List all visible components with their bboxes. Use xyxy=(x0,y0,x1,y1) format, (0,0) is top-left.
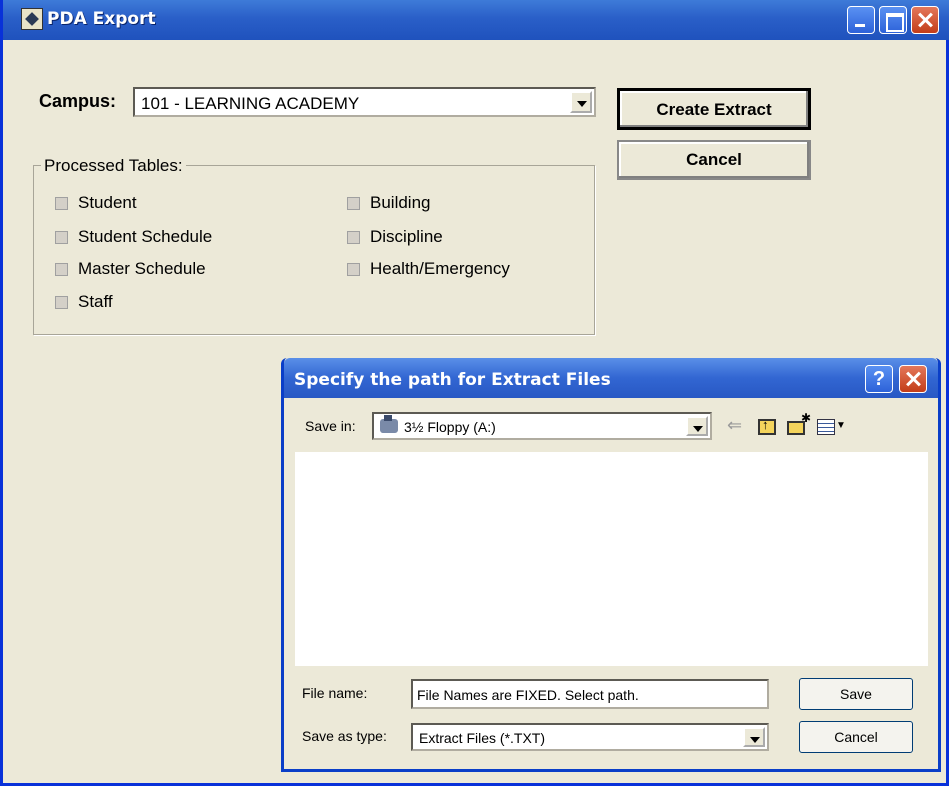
checkbox-label: Staff xyxy=(78,292,113,311)
processed-tables-title: Processed Tables: xyxy=(41,156,186,176)
view-menu-icon[interactable] xyxy=(817,419,835,435)
save-in-value: 3½ Floppy (A:) xyxy=(404,419,496,435)
cancel-button[interactable]: Cancel xyxy=(617,140,811,180)
new-folder-icon[interactable] xyxy=(787,411,811,435)
floppy-drive-icon xyxy=(380,415,398,433)
help-icon[interactable]: ? xyxy=(865,365,893,393)
checkbox-box[interactable] xyxy=(55,196,68,210)
checkbox-box[interactable] xyxy=(55,230,68,244)
minimize-icon[interactable] xyxy=(847,6,875,34)
checkbox-label: Student Schedule xyxy=(78,227,213,246)
checkbox-box[interactable] xyxy=(347,196,360,210)
file-list[interactable] xyxy=(295,452,928,666)
processed-tables-group xyxy=(33,165,595,335)
dialog-title-bar: Specify the path for Extract Files ? xyxy=(284,358,938,398)
checkbox-health-emergency[interactable]: Health/Emergency xyxy=(347,259,510,279)
checkbox-label: Discipline xyxy=(370,227,443,246)
checkbox-label: Building xyxy=(370,193,431,212)
checkbox-building[interactable]: Building xyxy=(347,193,431,213)
checkbox-label: Student xyxy=(78,193,137,212)
up-folder-icon[interactable] xyxy=(758,417,776,435)
chevron-down-icon[interactable] xyxy=(570,91,592,113)
dialog-close-icon[interactable] xyxy=(899,365,927,393)
back-arrow-icon[interactable]: ⇐ xyxy=(727,416,749,436)
checkbox-box[interactable] xyxy=(347,262,360,276)
checkbox-student-schedule[interactable]: Student Schedule xyxy=(55,227,212,247)
checkbox-box[interactable] xyxy=(55,295,68,309)
save-type-select[interactable]: Extract Files (*.TXT) xyxy=(411,723,769,751)
pda-export-window: PDA Export Campus: 101 - LEARNING ACADEM… xyxy=(0,0,949,786)
dialog-title: Specify the path for Extract Files xyxy=(294,370,611,390)
checkbox-box[interactable] xyxy=(55,262,68,276)
checkbox-student[interactable]: Student xyxy=(55,193,137,213)
checkbox-discipline[interactable]: Discipline xyxy=(347,227,443,247)
chevron-down-icon[interactable] xyxy=(686,416,708,436)
app-icon xyxy=(21,8,43,30)
checkbox-label: Health/Emergency xyxy=(370,259,510,278)
save-path-dialog: Specify the path for Extract Files ? Sav… xyxy=(281,358,941,772)
checkbox-box[interactable] xyxy=(347,230,360,244)
file-name-label: File name: xyxy=(302,685,368,701)
window-title: PDA Export xyxy=(47,9,156,29)
checkbox-label: Master Schedule xyxy=(78,259,206,278)
campus-label: Campus: xyxy=(39,91,117,111)
dialog-cancel-button[interactable]: Cancel xyxy=(799,721,913,753)
close-icon[interactable] xyxy=(911,6,939,34)
checkbox-master-schedule[interactable]: Master Schedule xyxy=(55,259,206,279)
save-type-value: Extract Files (*.TXT) xyxy=(419,730,546,746)
save-type-label: Save as type: xyxy=(302,728,387,744)
create-extract-button[interactable]: Create Extract xyxy=(617,88,811,130)
campus-value: 101 - LEARNING ACADEMY xyxy=(141,94,360,113)
file-name-input[interactable]: File Names are FIXED. Select path. xyxy=(411,679,769,709)
campus-select[interactable]: 101 - LEARNING ACADEMY xyxy=(133,87,596,117)
checkbox-staff[interactable]: Staff xyxy=(55,292,113,312)
save-button[interactable]: Save xyxy=(799,678,913,710)
save-in-select[interactable]: 3½ Floppy (A:) xyxy=(372,412,712,440)
save-in-label: Save in: xyxy=(305,418,356,434)
view-dropdown-icon[interactable]: ▼ xyxy=(836,420,846,440)
chevron-down-icon[interactable] xyxy=(743,727,765,747)
maximize-icon[interactable] xyxy=(879,6,907,34)
window-title-bar: PDA Export xyxy=(3,0,949,40)
